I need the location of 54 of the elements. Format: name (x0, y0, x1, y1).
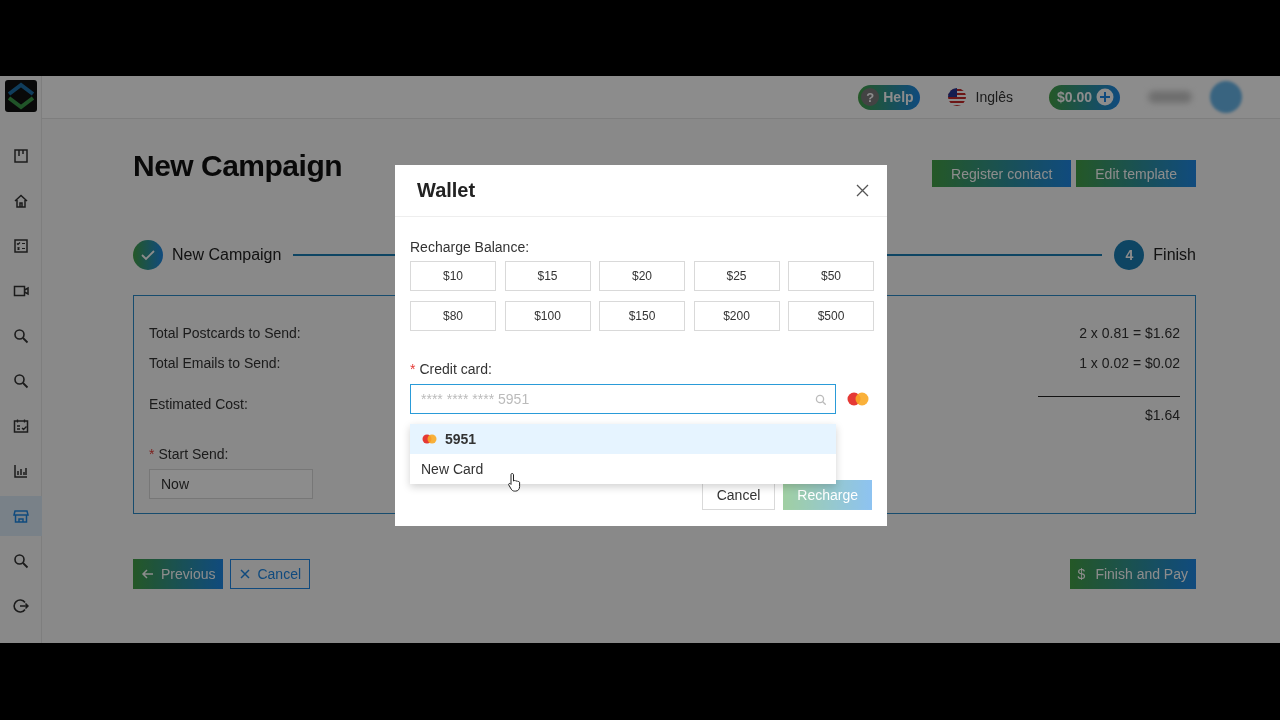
search-icon (12, 553, 29, 569)
credit-card-field[interactable]: **** **** **** 5951 (410, 384, 836, 414)
step-label: New Campaign (172, 246, 282, 264)
step-label: Finish (1153, 246, 1196, 264)
field-label: Recharge Balance: (410, 239, 531, 255)
home-icon (12, 193, 29, 209)
step-number-badge: 4 (1114, 240, 1145, 270)
board-icon (12, 148, 29, 164)
arrow-left-icon (141, 568, 155, 580)
summary-value: 2 x 0.81 = $1.62 (1079, 325, 1180, 341)
amount-option[interactable]: $10 (410, 261, 496, 291)
field-label: Credit card: (419, 361, 492, 377)
summary-value: $1.64 (1038, 396, 1180, 423)
dialog-title: Wallet (417, 179, 476, 202)
close-icon (239, 568, 252, 580)
video-camera-icon (12, 283, 29, 299)
search-icon (815, 394, 826, 405)
bar-chart-icon (12, 463, 29, 479)
check-icon (140, 248, 156, 262)
logout-icon (12, 598, 29, 614)
language-selector[interactable]: Inglês (947, 88, 1013, 106)
required-mark: * (149, 446, 155, 462)
search-icon (12, 328, 29, 344)
amount-option[interactable]: $500 (788, 301, 874, 331)
summary-value: 1 x 0.02 = $0.02 (1079, 355, 1180, 371)
required-mark: * (410, 361, 416, 377)
search-icon (12, 373, 29, 389)
blurred-name (1148, 91, 1192, 103)
close-icon[interactable] (856, 184, 869, 197)
checklist-icon (12, 238, 29, 254)
plus-icon (1096, 88, 1114, 106)
dollar-icon: $ (1077, 566, 1086, 582)
amount-option[interactable]: $80 (410, 301, 496, 331)
start-send-select[interactable]: Now (149, 469, 313, 499)
calendar-icon (12, 418, 29, 434)
summary-label: Total Postcards to Send: (149, 325, 301, 341)
dropdown-option[interactable]: 5951 (410, 424, 836, 454)
credit-card-logo-icon (846, 392, 870, 406)
credit-card-logo-icon (421, 434, 437, 444)
summary-label: Estimated Cost: (149, 396, 248, 412)
logo-icon[interactable] (4, 80, 37, 112)
summary-label: Total Emails to Send: (149, 355, 281, 371)
amount-option[interactable]: $25 (693, 261, 780, 291)
amount-option[interactable]: $200 (693, 301, 780, 331)
field-label: Start Send: (158, 446, 229, 462)
page-title: New Campaign (133, 149, 343, 183)
flag-icon (947, 88, 966, 106)
amount-option[interactable]: $50 (788, 261, 874, 291)
amount-option[interactable]: $15 (504, 261, 591, 291)
amount-option[interactable]: $150 (599, 301, 685, 331)
amount-option[interactable]: $20 (599, 261, 685, 291)
store-icon (12, 508, 29, 524)
amount-option[interactable]: $100 (504, 301, 591, 331)
help-icon: ? (861, 88, 880, 106)
